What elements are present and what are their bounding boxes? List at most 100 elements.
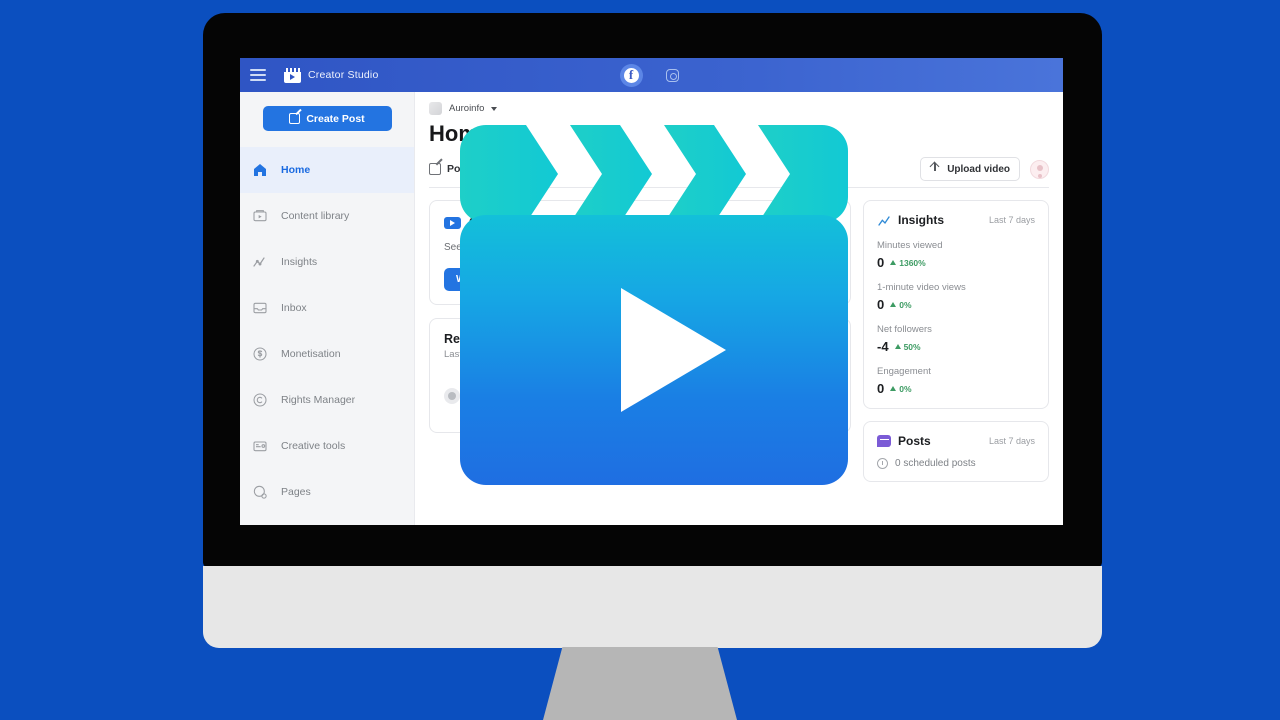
instagram-glyph [665, 68, 679, 82]
insights-panel: Insights Last 7 days Minutes viewed 0 13… [863, 200, 1049, 409]
post-meta: Today 10:09 Auroinfo [556, 378, 689, 415]
recent-title-wrap: Recent Last seven days [444, 332, 513, 360]
tab-post[interactable]: Post [429, 163, 470, 175]
sidebar-item-creative-tools[interactable]: Creative tools [240, 423, 414, 469]
insights-title: Insights [898, 213, 945, 227]
posts-icon [877, 435, 891, 447]
tab-label: Post [447, 163, 470, 175]
sidebar-item-rights-manager[interactable]: Rights Manager [240, 377, 414, 423]
post-thumbnail [469, 373, 547, 419]
sidebar-item-monetisation[interactable]: Monetisation [240, 331, 414, 377]
metric-delta: 1360% [890, 258, 926, 268]
hamburger-icon[interactable] [250, 69, 266, 81]
upload-video-label: Upload video [947, 163, 1010, 175]
posts-panel: Posts Last 7 days 0 scheduled posts [863, 421, 1049, 482]
app-body: Create Post Home Content library Insight… [240, 92, 1063, 525]
facebook-icon[interactable]: f [619, 63, 643, 87]
course-carousel-nav [797, 214, 836, 231]
app-title: Creator Studio [308, 69, 379, 81]
page-title: Home [429, 121, 491, 146]
facebook-glyph: f [623, 67, 639, 83]
metric-row: -4 50% [877, 339, 1035, 354]
compose-icon [289, 113, 301, 124]
triangle-up-icon [890, 260, 897, 265]
clock-icon [877, 458, 888, 469]
post-time: Today 10:09 [556, 382, 606, 393]
metrics-column-headers: VIEWS ENGAGEMENT [698, 391, 836, 401]
metric-net-followers: Net followers -4 50% [877, 324, 1035, 354]
inbox-icon [252, 300, 268, 316]
sidebar-item-inbox[interactable]: Inbox [240, 285, 414, 331]
upload-video-button[interactable]: Upload video [920, 157, 1020, 181]
sidebar-item-content-library[interactable]: Content library [240, 193, 414, 239]
metric-1-minute-video-views: 1-minute video views 0 0% [877, 282, 1035, 312]
recent-subtitle: Last seven days [444, 348, 513, 360]
sidebar-item-label: Monetisation [281, 348, 341, 360]
chevron-left-icon[interactable] [797, 214, 814, 231]
chevron-down-icon[interactable] [491, 106, 498, 111]
page-avatar-icon [429, 102, 442, 115]
upload-icon [930, 163, 941, 175]
right-rail: Insights Last 7 days Minutes viewed 0 13… [863, 200, 1049, 494]
sidebar-item-label: Home [281, 164, 311, 176]
metric-delta: 0% [890, 299, 912, 310]
tabs-right-actions: Upload video [920, 157, 1049, 181]
metric-delta-value: 0% [899, 299, 912, 310]
posts-title: Posts [898, 434, 931, 448]
insights-chart-icon [252, 254, 268, 270]
library-icon [252, 208, 268, 224]
insights-title-wrap: Insights [877, 213, 944, 227]
insights-header: Insights Last 7 days [877, 213, 1035, 227]
watch-now-button[interactable]: Watch now [444, 267, 521, 291]
sidebar-item-label: Pages [281, 486, 311, 498]
create-post-button[interactable]: Create Post [262, 106, 392, 131]
course-title-wrap: Creation crash course [444, 216, 590, 229]
monitor-stand [543, 647, 737, 720]
sidebar-item-home[interactable]: Home [240, 147, 414, 193]
sidebar-item-insights[interactable]: Insights [240, 239, 414, 285]
recent-title: Recent [444, 331, 486, 346]
app-top-bar: Creator Studio f [240, 58, 1063, 92]
recent-range-label: Last 7 days [767, 336, 816, 348]
monitor-chin [203, 566, 1102, 648]
metric-label: Net followers [877, 324, 932, 335]
user-avatar-icon[interactable] [1030, 159, 1049, 179]
metric-value: 0 [877, 255, 885, 270]
copyright-icon [252, 392, 268, 408]
primary-column: Creation crash course See how to create … [429, 200, 851, 494]
posts-range-label: Last 7 days [988, 436, 1035, 446]
metric-value: 0 [877, 381, 885, 396]
video-play-icon [444, 216, 461, 229]
metric-delta: 50% [894, 342, 921, 352]
table-row[interactable]: Today 10:09 Auroinfo VIEWS ENGAGEMENT [444, 373, 836, 419]
sidebar: Create Post Home Content library Insight… [240, 92, 415, 525]
main-content: Auroinfo Home Post Upload video Creation… [415, 92, 1063, 525]
recent-card: Recent Last seven days Last 7 days Today… [429, 317, 851, 433]
creation-crash-course-card: Creation crash course See how to create … [429, 200, 851, 305]
breadcrumb-page-name: Auroinfo [449, 103, 485, 114]
metric-minutes-viewed: Minutes viewed 0 1360% [877, 240, 1035, 270]
metric-row: 0 1360% [877, 255, 1035, 270]
metric-row: 0 0% [877, 297, 1035, 312]
metric-delta: 0% [890, 384, 912, 394]
course-card-header: Creation crash course [444, 214, 836, 231]
instagram-icon[interactable] [661, 64, 684, 87]
chevron-right-icon[interactable] [819, 214, 836, 231]
tabs-row: Post Upload video [429, 157, 1049, 188]
pages-icon [252, 484, 268, 500]
sidebar-item-pages[interactable]: Pages [240, 469, 414, 515]
insights-range-label: Last 7 days [988, 215, 1035, 225]
metric-label: Minutes viewed [877, 240, 943, 251]
recent-range-selector[interactable]: Last 7 days [759, 331, 836, 353]
posts-title-wrap: Posts [877, 434, 931, 448]
breadcrumb[interactable]: Auroinfo [429, 102, 1049, 115]
chevron-down-icon [822, 340, 828, 344]
dollar-circle-icon [252, 346, 268, 362]
metric-label: Engagement [877, 366, 931, 377]
triangle-up-icon [890, 302, 897, 307]
home-icon [252, 162, 268, 178]
metric-engagement: Engagement 0 0% [877, 366, 1035, 396]
post-author-name: Auroinfo [574, 403, 610, 414]
creative-tools-icon [252, 438, 268, 454]
sidebar-item-label: Content library [281, 210, 350, 222]
